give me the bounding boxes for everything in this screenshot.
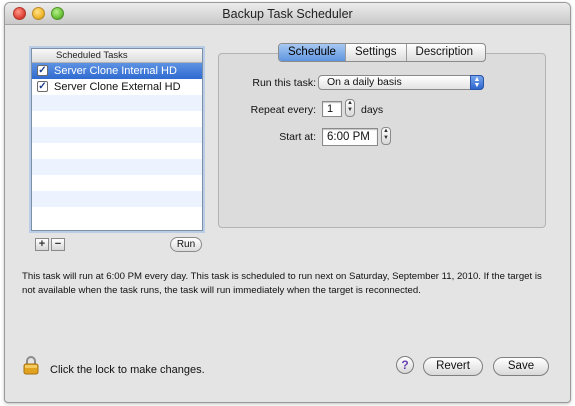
window-title: Backup Task Scheduler: [222, 7, 353, 21]
save-button[interactable]: Save: [493, 357, 549, 376]
help-button[interactable]: ?: [396, 356, 414, 374]
run-frequency-value: On a daily basis: [327, 76, 402, 88]
revert-button[interactable]: Revert: [423, 357, 483, 376]
tab-bar: Schedule Settings Description: [278, 43, 487, 62]
scheduled-tasks-header[interactable]: Scheduled Tasks: [32, 49, 202, 63]
task-label: Server Clone External HD: [54, 81, 181, 93]
remove-task-button[interactable]: −: [51, 238, 65, 251]
empty-row: [32, 111, 202, 127]
popup-arrows-icon: ▲ ▼: [470, 75, 484, 90]
empty-row: [32, 191, 202, 207]
lock-instructions: Click the lock to make changes.: [50, 364, 205, 376]
task-row-external[interactable]: ✓ Server Clone External HD: [32, 79, 202, 95]
add-task-button[interactable]: +: [35, 238, 49, 251]
run-task-button[interactable]: Run: [170, 237, 202, 252]
empty-row: [32, 95, 202, 111]
repeat-interval-stepper[interactable]: ▲ ▼: [345, 99, 355, 117]
lock-icon[interactable]: [23, 355, 39, 375]
tab-schedule[interactable]: Schedule: [279, 44, 346, 61]
run-this-task-label: Run this task:: [252, 77, 316, 89]
schedule-summary-text: This task will run at 6:00 PM every day.…: [22, 271, 542, 296]
tab-settings[interactable]: Settings: [346, 44, 407, 61]
run-frequency-popup[interactable]: On a daily basis ▲ ▼: [318, 75, 484, 90]
empty-row: [32, 143, 202, 159]
repeat-interval-field[interactable]: 1: [322, 101, 342, 117]
repeat-unit-label: days: [361, 104, 384, 116]
task-enabled-checkbox[interactable]: ✓: [37, 81, 48, 92]
start-time-stepper[interactable]: ▲ ▼: [381, 127, 391, 145]
task-row-internal[interactable]: ✓ Server Clone Internal HD: [32, 63, 202, 79]
empty-row: [32, 175, 202, 191]
scheduled-tasks-list[interactable]: Scheduled Tasks ✓ Server Clone Internal …: [31, 48, 203, 231]
start-at-label: Start at:: [279, 131, 316, 143]
title-bar: Backup Task Scheduler: [5, 3, 570, 25]
tab-description[interactable]: Description: [407, 44, 486, 61]
task-enabled-checkbox[interactable]: ✓: [37, 65, 48, 76]
task-label: Server Clone Internal HD: [54, 65, 177, 77]
empty-row: [32, 207, 202, 223]
repeat-every-label: Repeat every:: [250, 104, 316, 116]
minimize-window-button[interactable]: [32, 7, 45, 20]
empty-row: [32, 159, 202, 175]
empty-row: [32, 127, 202, 143]
start-time-field[interactable]: 6:00 PM: [322, 128, 378, 146]
close-window-button[interactable]: [13, 7, 26, 20]
zoom-window-button[interactable]: [51, 7, 64, 20]
